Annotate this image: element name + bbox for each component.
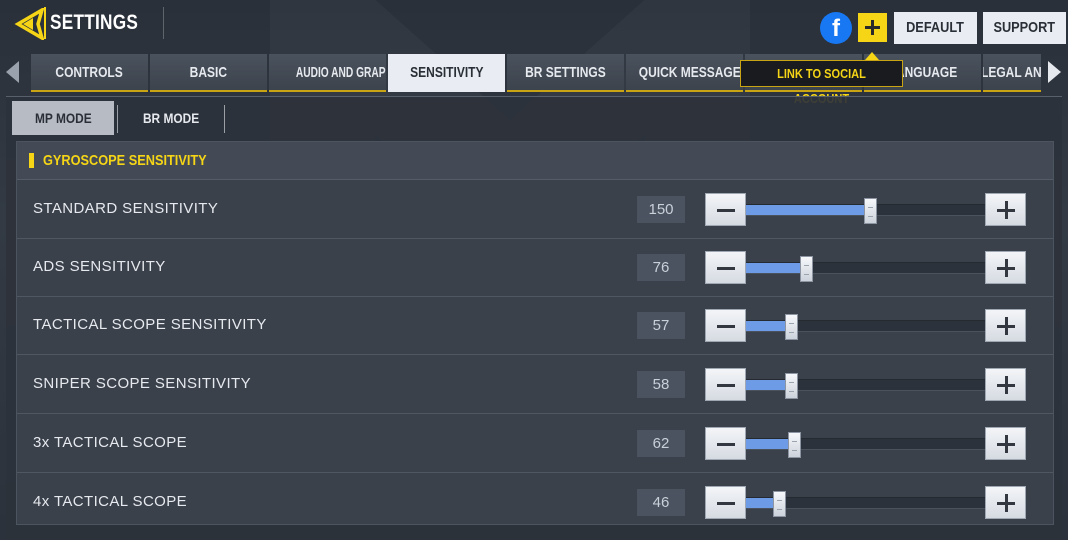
slider-fill [746, 205, 870, 215]
tab-label: CONTROLS [55, 64, 124, 81]
increase-button[interactable] [985, 309, 1026, 342]
slider-thumb[interactable] [785, 373, 798, 399]
default-button[interactable]: DEFAULT [894, 12, 977, 44]
slider-track[interactable] [746, 314, 985, 340]
tab-label: LEGAL AND [983, 64, 1041, 81]
decrease-button[interactable] [705, 368, 746, 401]
mode-label: MP MODE [34, 110, 92, 126]
setting-row: ADS SENSITIVITY 76 [17, 239, 1053, 297]
tab-label: QUICK MESSAGE [638, 64, 741, 81]
slider-thumb[interactable] [864, 198, 877, 224]
slider-fill [746, 263, 806, 273]
mode-br-button[interactable]: BR MODE [120, 101, 222, 135]
slider-track[interactable] [746, 373, 985, 399]
setting-row: 3x TACTICAL SCOPE 62 [17, 415, 1053, 473]
setting-label: STANDARD SENSITIVITY [33, 200, 219, 217]
support-button[interactable]: SUPPORT [983, 12, 1066, 44]
section-title-text: GYROSCOPE SENSITIVITY [43, 152, 207, 169]
setting-value[interactable]: 76 [637, 254, 685, 281]
setting-row: SNIPER SCOPE SENSITIVITY 58 [17, 356, 1053, 414]
setting-label: SNIPER SCOPE SENSITIVITY [33, 375, 251, 392]
decrease-button[interactable] [705, 193, 746, 226]
section-marker [29, 153, 34, 168]
setting-value[interactable]: 46 [637, 489, 685, 516]
increase-button[interactable] [985, 486, 1026, 519]
decrease-button[interactable] [705, 251, 746, 284]
tab-controls[interactable]: CONTROLS [31, 54, 148, 92]
slider-thumb[interactable] [788, 432, 801, 458]
tab-basic[interactable]: BASIC [150, 54, 267, 92]
chevron-left-icon[interactable] [6, 61, 19, 83]
increase-button[interactable] [985, 427, 1026, 460]
slider-track[interactable] [746, 491, 985, 517]
page-title: SETTINGS [50, 11, 139, 34]
setting-label: ADS SENSITIVITY [33, 258, 166, 275]
title-wrap: SETTINGS [44, 7, 165, 39]
slider-track[interactable] [746, 198, 985, 224]
section-header: GYROSCOPE SENSITIVITY [17, 142, 1053, 180]
tab-label: BASIC [189, 64, 228, 81]
increase-button[interactable] [985, 251, 1026, 284]
plus-icon[interactable] [858, 13, 887, 42]
setting-value[interactable]: 150 [637, 196, 685, 223]
setting-value[interactable]: 62 [637, 430, 685, 457]
setting-label: TACTICAL SCOPE SENSITIVITY [33, 316, 267, 333]
header: SETTINGS f DEFAULT SUPPORT [0, 0, 1068, 52]
slider-track[interactable] [746, 432, 985, 458]
decrease-button[interactable] [705, 486, 746, 519]
tab-quick-message[interactable]: QUICK MESSAGE [626, 54, 743, 92]
slider-thumb[interactable] [785, 314, 798, 340]
slider-thumb[interactable] [773, 491, 786, 517]
tab-label: AUDIO AND GRAPHICS [295, 64, 386, 81]
mode-divider [117, 105, 118, 133]
setting-row: TACTICAL SCOPE SENSITIVITY 57 [17, 297, 1053, 355]
chevron-right-icon[interactable] [1048, 61, 1061, 83]
mode-divider [224, 105, 225, 133]
setting-label: 4x TACTICAL SCOPE [33, 493, 188, 510]
mode-mp-button[interactable]: MP MODE [12, 101, 114, 135]
slider-track[interactable] [746, 256, 985, 282]
tab-legal[interactable]: LEGAL AND [983, 54, 1041, 92]
increase-button[interactable] [985, 193, 1026, 226]
setting-value[interactable]: 58 [637, 371, 685, 398]
slider-fill [746, 439, 794, 449]
facebook-icon[interactable]: f [820, 12, 852, 44]
increase-button[interactable] [985, 368, 1026, 401]
tabs-bar: CONTROLS BASIC AUDIO AND GRAPHICS SENSIT… [0, 52, 1068, 94]
settings-panel: MP MODE BR MODE GYROSCOPE SENSITIVITY ST… [6, 96, 1062, 540]
setting-label: 3x TACTICAL SCOPE [33, 434, 188, 451]
setting-value[interactable]: 57 [637, 312, 685, 339]
social-account-tooltip: LINK TO SOCIAL ACCOUNT [740, 52, 903, 106]
support-button-label: SUPPORT [993, 19, 1056, 36]
tab-label: BR SETTINGS [525, 64, 606, 81]
tab-label: SENSITIVITY [409, 64, 484, 81]
back-arrow-icon[interactable] [14, 6, 45, 42]
slider-thumb[interactable] [800, 256, 813, 282]
gyroscope-section: GYROSCOPE SENSITIVITY STANDARD SENSITIVI… [16, 141, 1054, 525]
mode-label: BR MODE [142, 110, 200, 126]
tab-br-settings[interactable]: BR SETTINGS [507, 54, 624, 92]
tab-sensitivity[interactable]: SENSITIVITY [388, 54, 505, 92]
default-button-label: DEFAULT [906, 19, 965, 36]
decrease-button[interactable] [705, 427, 746, 460]
decrease-button[interactable] [705, 309, 746, 342]
tab-audio-and-graphics[interactable]: AUDIO AND GRAPHICS [269, 54, 386, 92]
setting-row: 4x TACTICAL SCOPE 46 [17, 474, 1053, 532]
section-title: GYROSCOPE SENSITIVITY [43, 142, 236, 180]
setting-row: STANDARD SENSITIVITY 150 [17, 181, 1053, 239]
